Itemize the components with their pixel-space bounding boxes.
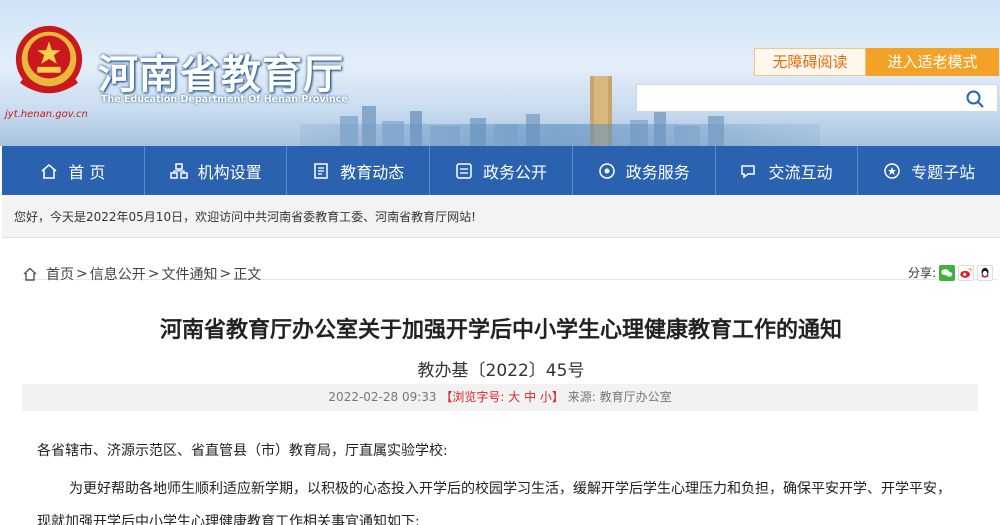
national-emblem-icon [15,25,83,94]
breadcrumb-separator: > [147,266,160,282]
breadcrumb: 首页 > 信息公开 > 文件通知 > 正文 [22,264,261,284]
topic-icon [884,162,900,179]
breadcrumb-separator: > [76,266,88,282]
chat-icon [741,164,756,178]
header-banner: 河南省教育厅 The Education Department Of Henan… [0,0,1000,146]
news-icon [314,162,329,179]
share-bar: 分享: [908,264,993,281]
search-icon[interactable] [965,89,985,109]
org-icon [169,162,188,179]
breadcrumb-current: 正文 [233,267,262,283]
nav-label: 首 页 [68,162,106,182]
nav-item-topics[interactable]: 专题子站 [858,146,1000,195]
qq-icon[interactable] [977,264,993,281]
page: 河南省教育厅 The Education Department Of Henan… [0,0,1000,525]
article-paragraph: 为更好帮助各地师生顺利适应新学期，以积极的心态投入开学后的校园学习生活，缓解开学… [37,481,951,525]
home-icon [23,267,37,281]
nav-item-org[interactable]: 机构设置 [145,146,288,195]
document-number: 教办基〔2022〕45号 [417,361,585,381]
nav-label: 机构设置 [197,162,262,182]
nav-label: 专题子站 [911,162,976,182]
home-icon [41,163,57,179]
elder-mode-button[interactable]: 进入适老模式 [866,48,999,76]
nav-label: 政务公开 [483,162,548,182]
doc-icon [456,162,472,179]
site-name-english: The Education Department Of Henan Provin… [101,94,348,105]
share-label: 分享: [907,266,936,280]
publish-date: 2022-02-28 09:33 [328,390,437,404]
article-meta: 2022-02-28 09:33 【浏览字号: 大 中 小】 来源: 教育厅办公… [22,384,978,411]
breadcrumb-separator: > [219,266,232,282]
font-size-switcher[interactable]: 【浏览字号: 大 中 小】 [440,390,564,404]
nav-label: 教育动态 [340,162,405,182]
search-input[interactable] [636,84,998,112]
accessibility-button[interactable]: 无障碍阅读 [754,48,866,76]
article-salutation: 各省辖市、济源示范区、省直管县（市）教育局，厅直属实验学校: [37,443,448,459]
service-icon [598,162,615,179]
breadcrumb-home[interactable]: 首页 [46,264,74,284]
nav-label: 政务服务 [625,162,690,182]
weibo-icon[interactable] [958,264,974,281]
water-reflection [300,124,820,146]
breadcrumb-info-public[interactable]: 信息公开 [90,264,146,284]
wechat-icon[interactable] [939,264,955,281]
nav-item-home[interactable]: 首 页 [2,146,145,195]
nav-item-interaction[interactable]: 交流互动 [716,146,859,195]
article-content: 首页 > 信息公开 > 文件通知 > 正文 分享: 河南省教育厅办公室关于加强开… [2,238,1000,525]
breadcrumb-notices[interactable]: 文件通知 [161,264,217,284]
main-nav: 首 页 机构设置 教育动态 政务公开 政务服务 交流互动 专题子站 [2,146,1000,195]
nav-item-public-affairs[interactable]: 政务公开 [430,146,573,195]
nav-label: 交流互动 [768,162,833,182]
greeting-bar: 您好，今天是2022年05月10日，欢迎访问中共河南省委教育工委、河南省教育厅网… [2,195,1000,238]
site-name: 河南省教育厅 [98,52,344,98]
breadcrumb-row: 首页 > 信息公开 > 文件通知 > 正文 分享: [22,248,997,283]
nav-item-services[interactable]: 政务服务 [573,146,716,195]
site-url: jyt.henan.gov.cn [5,109,88,120]
article-title: 河南省教育厅办公室关于加强开学后中小学生心理健康教育工作的通知 [159,318,842,343]
nav-item-news[interactable]: 教育动态 [287,146,431,195]
article-source: 来源: 教育厅办公室 [567,390,672,404]
